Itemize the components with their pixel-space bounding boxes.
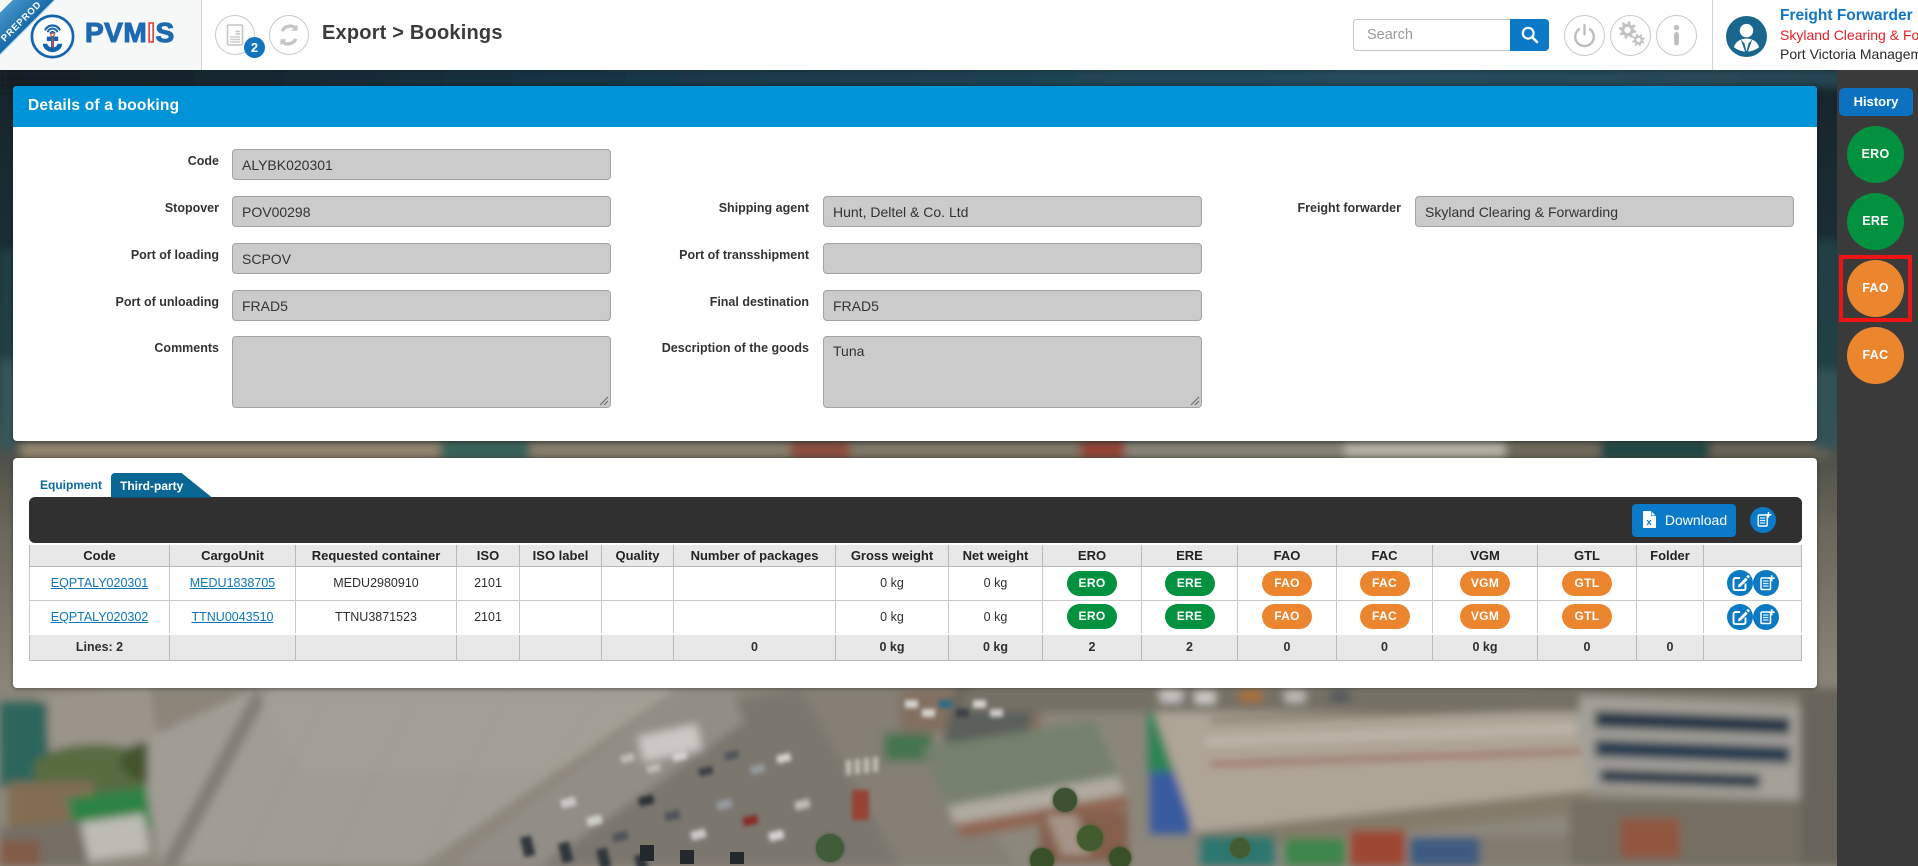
svg-text:x: x <box>1646 516 1652 527</box>
